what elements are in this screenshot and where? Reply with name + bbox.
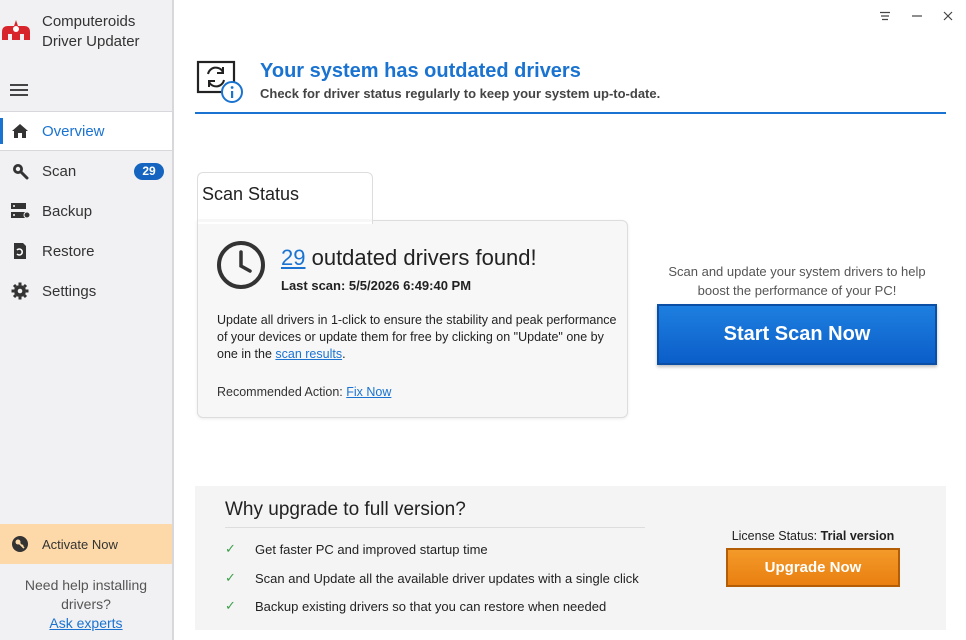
feature-item: ✓ Get faster PC and improved startup tim… <box>225 541 488 557</box>
scan-description: Update all drivers in 1-click to ensure … <box>217 312 617 363</box>
upgrade-divider <box>225 527 645 528</box>
gear-icon <box>10 281 30 301</box>
feature-item: ✓ Backup existing drivers so that you ca… <box>225 598 606 614</box>
upgrade-now-button[interactable]: Upgrade Now <box>726 548 900 587</box>
start-scan-button[interactable]: Start Scan Now <box>657 304 937 365</box>
sidebar-item-label: Overview <box>42 122 105 140</box>
license-label: License Status: <box>731 529 821 543</box>
activate-now-button[interactable]: Activate Now <box>0 524 172 564</box>
monitor-refresh-icon <box>196 60 243 103</box>
close-icon[interactable] <box>936 6 960 26</box>
sidebar-item-label: Restore <box>42 242 95 260</box>
brand: Computeroids Driver Updater <box>0 10 172 60</box>
ask-experts-link[interactable]: Ask experts <box>49 615 122 631</box>
minimize-icon[interactable] <box>905 6 929 26</box>
help-section: Need help installing drivers? Ask expert… <box>0 576 172 633</box>
check-icon: ✓ <box>225 570 236 585</box>
page-title: Your system has outdated drivers <box>260 60 581 82</box>
scan-cta-text: Scan and update your system drivers to h… <box>668 264 926 298</box>
check-icon: ✓ <box>225 598 236 613</box>
sidebar-item-settings[interactable]: Settings <box>0 271 172 311</box>
app-name-line1: Computeroids <box>42 13 136 30</box>
fix-now-link[interactable]: Fix Now <box>346 385 391 399</box>
search-icon <box>10 161 30 181</box>
sidebar-item-backup[interactable]: Backup <box>0 191 172 231</box>
sidebar-item-overview[interactable]: Overview <box>0 111 172 151</box>
check-icon: ✓ <box>225 541 236 556</box>
app-name-line2: Driver Updater <box>42 33 140 50</box>
scan-count-badge: 29 <box>134 163 164 180</box>
activate-label: Activate Now <box>42 536 118 552</box>
sidebar-item-label: Scan <box>42 162 77 180</box>
license-status: License Status: Trial version <box>700 529 926 543</box>
logo-icon <box>2 20 30 40</box>
feature-text: Get faster PC and improved startup time <box>255 541 488 557</box>
menu-icon[interactable] <box>873 6 897 26</box>
sidebar-item-restore[interactable]: Restore <box>0 231 172 271</box>
key-icon <box>10 534 30 554</box>
feature-text: Scan and Update all the available driver… <box>255 570 639 586</box>
outdated-found-text: outdated drivers found! <box>305 245 537 270</box>
page-subtitle: Check for driver status regularly to kee… <box>260 86 661 101</box>
license-value: Trial version <box>820 529 895 543</box>
recommend-label: Recommended Action: <box>217 385 347 399</box>
desc-end: . <box>342 347 346 361</box>
upgrade-title: Why upgrade to full version? <box>225 499 466 520</box>
feature-item: ✓ Scan and Update all the available driv… <box>225 570 639 586</box>
hamburger-menu-icon[interactable] <box>10 84 28 98</box>
header-divider <box>195 112 946 114</box>
help-text-line2: drivers? <box>61 596 111 612</box>
backup-icon <box>10 201 30 221</box>
scan-status-title: Scan Status <box>202 184 300 204</box>
scan-results-link[interactable]: scan results <box>275 347 342 361</box>
sidebar-nav: Overview Scan 29 Backup Restore Settings <box>0 111 172 311</box>
feature-text: Backup existing drivers so that you can … <box>255 598 607 614</box>
sidebar: Computeroids Driver Updater Overview Sca… <box>0 0 174 640</box>
sidebar-item-label: Settings <box>42 282 97 300</box>
restore-icon <box>10 241 30 261</box>
outdated-drivers-message: 29 outdated drivers found! <box>281 245 537 271</box>
help-text-line1: Need help installing <box>24 577 148 593</box>
home-icon <box>10 121 30 141</box>
last-scan-text: Last scan: 5/5/2026 6:49:40 PM <box>281 278 472 293</box>
sidebar-item-label: Backup <box>42 202 93 220</box>
recommended-action: Recommended Action: Fix Now <box>217 385 391 399</box>
clock-icon <box>217 241 265 289</box>
sidebar-item-scan[interactable]: Scan 29 <box>0 151 172 191</box>
outdated-count-link[interactable]: 29 <box>281 245 305 270</box>
app-name: Computeroids Driver Updater <box>42 12 140 52</box>
